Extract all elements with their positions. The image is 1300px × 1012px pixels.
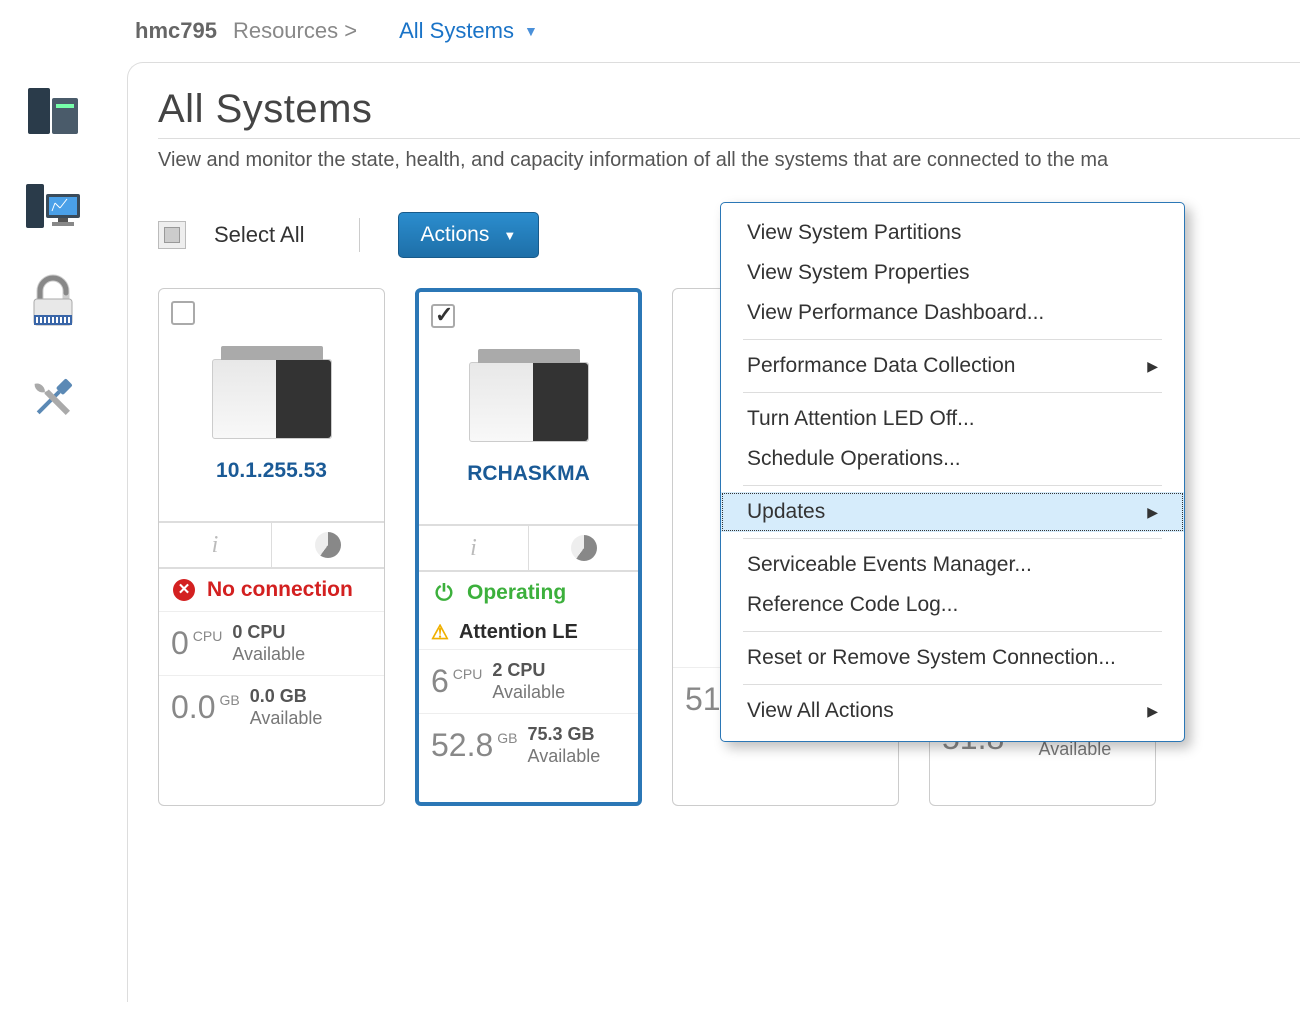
chart-icon[interactable] (272, 523, 384, 567)
attention-row: ⚠ Attention LE (419, 614, 638, 649)
card-status: ⏻ Operating (419, 572, 638, 614)
card-status-label: Operating (467, 581, 566, 605)
chevron-down-icon: ▼ (524, 23, 538, 39)
chevron-right-icon: ▶ (1147, 504, 1158, 521)
mem-metric: 52.8 GB 75.3 GBAvailable (419, 713, 638, 777)
mem-unit: GB (219, 692, 239, 708)
card-icon-row: i (159, 521, 384, 569)
server-image (469, 362, 589, 442)
sidebar (0, 0, 105, 1012)
separator (359, 218, 360, 252)
mem-avail: 0.0 GBAvailable (250, 686, 323, 729)
warning-icon: ⚠ (431, 620, 449, 645)
menu-item-updates[interactable]: Updates▶ (721, 492, 1184, 532)
chevron-down-icon: ▼ (503, 228, 516, 243)
breadcrumb: hmc795 Resources > All Systems ▼ (105, 0, 1300, 62)
actions-button[interactable]: Actions ▼ (398, 212, 540, 258)
mem-avail: 75.3 GBAvailable (528, 724, 601, 767)
card-checkbox[interactable] (431, 304, 455, 328)
sidebar-icon-tools[interactable] (19, 368, 87, 428)
mem-unit: GB (497, 730, 517, 746)
card-status: ✕ No connection (159, 569, 384, 611)
mem-total: 52.8 (431, 727, 493, 764)
main: hmc795 Resources > All Systems ▼ All Sys… (105, 0, 1300, 1012)
card-name[interactable]: RCHASKMA (419, 442, 638, 496)
card-status-label: No connection (207, 578, 353, 602)
breadcrumb-page-select[interactable]: All Systems ▼ (399, 18, 538, 44)
cpu-total: 0 (171, 625, 189, 662)
breadcrumb-page-label: All Systems (399, 18, 514, 44)
sidebar-icon-lock[interactable] (19, 272, 87, 332)
page-subtitle: View and monitor the state, health, and … (158, 138, 1300, 172)
sidebar-icon-monitor[interactable] (19, 176, 87, 236)
chevron-right-icon: ▶ (1147, 358, 1158, 375)
cpu-metric: 6 CPU 2 CPUAvailable (419, 649, 638, 713)
menu-item-turn-led-off[interactable]: Turn Attention LED Off... (721, 399, 1184, 439)
cpu-total: 6 (431, 663, 449, 700)
error-icon: ✕ (171, 577, 197, 603)
server-image (212, 359, 332, 439)
system-card[interactable]: 10.1.255.53 i ✕ No connection 0 CPU 0 CP… (158, 288, 385, 806)
breadcrumb-host: hmc795 (135, 18, 217, 44)
mem-metric: 0.0 GB 0.0 GBAvailable (159, 675, 384, 739)
info-icon[interactable]: i (159, 523, 272, 567)
menu-item-serviceable-events[interactable]: Serviceable Events Manager... (721, 545, 1184, 585)
actions-button-label: Actions (421, 223, 490, 247)
chevron-right-icon: ▶ (1147, 703, 1158, 720)
breadcrumb-resources[interactable]: Resources > (233, 18, 357, 44)
menu-item-view-partitions[interactable]: View System Partitions (721, 213, 1184, 253)
menu-item-view-all-actions[interactable]: View All Actions▶ (721, 691, 1184, 731)
menu-item-view-perf-dashboard[interactable]: View Performance Dashboard... (721, 293, 1184, 333)
actions-dropdown: View System Partitions View System Prope… (720, 202, 1185, 742)
cpu-avail: 0 CPUAvailable (232, 622, 305, 665)
power-icon: ⏻ (431, 580, 457, 606)
cpu-avail: 2 CPUAvailable (492, 660, 565, 703)
menu-item-perf-data-collection[interactable]: Performance Data Collection▶ (721, 346, 1184, 386)
chart-icon[interactable] (529, 526, 638, 570)
cpu-unit: CPU (453, 666, 483, 682)
mem-total: 0.0 (171, 689, 215, 726)
menu-item-ref-code-log[interactable]: Reference Code Log... (721, 585, 1184, 625)
sidebar-icon-servers[interactable] (19, 80, 87, 140)
card-checkbox[interactable] (171, 301, 195, 325)
cpu-unit: CPU (193, 628, 223, 644)
menu-item-reset-remove[interactable]: Reset or Remove System Connection... (721, 638, 1184, 678)
cpu-metric: 0 CPU 0 CPUAvailable (159, 611, 384, 675)
select-all-label[interactable]: Select All (214, 222, 305, 248)
page-title: All Systems (158, 87, 1300, 132)
attention-label: Attention LE (459, 621, 578, 644)
menu-item-view-properties[interactable]: View System Properties (721, 253, 1184, 293)
card-name[interactable]: 10.1.255.53 (159, 439, 384, 493)
info-icon[interactable]: i (419, 526, 529, 570)
menu-item-schedule-ops[interactable]: Schedule Operations... (721, 439, 1184, 479)
select-all-checkbox[interactable] (158, 221, 186, 249)
system-card[interactable]: RCHASKMA i ⏻ Operating ⚠ Attention LE (415, 288, 642, 806)
card-icon-row: i (419, 524, 638, 572)
